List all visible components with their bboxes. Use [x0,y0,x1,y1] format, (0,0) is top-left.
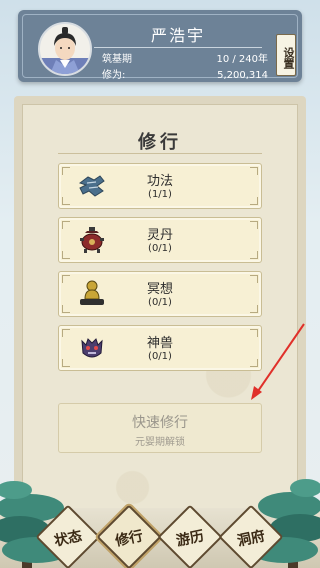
avatar [38,22,92,76]
cultivation-label: 修为: [102,70,126,81]
item-label: 功法 [146,174,173,189]
quick-cultivation-label: 快速修行 [132,415,188,431]
cultivation-value: 5,200,314 [217,70,268,81]
cultivation-item-elixir[interactable]: 灵丹 (0/1) [58,217,262,263]
panel-title: 修行 [138,132,182,153]
quick-cultivation-button[interactable]: 快速修行 元婴期解锁 [58,403,262,453]
realm-value: 10 / 240年 [216,54,268,65]
realm-label: 筑基期 [102,54,132,65]
item-label: 灵丹 [146,228,173,243]
cultivation-item-divine-beast[interactable]: 神兽 (0/1) [58,325,262,371]
character-header: 严浩宇 筑基期 10 / 240年 修为: 5,200,314 设置 [18,10,302,82]
realm-row: 筑基期 10 / 240年 [102,53,268,67]
annotation-arrow-icon [251,323,305,400]
cultivation-item-technique[interactable]: 功法 (1/1) [58,163,262,209]
item-count: (0/1) [148,243,172,254]
character-name: 严浩宇 [94,24,262,48]
quick-cultivation-unlock-hint: 元婴期解锁 [135,437,185,448]
title-divider [58,153,262,154]
avatar-portrait-icon [40,27,90,74]
settings-button[interactable]: 设置 [276,34,296,76]
cultivation-item-meditation[interactable]: 冥想 (0/1) [58,271,262,317]
cultivation-row: 修为: 5,200,314 [102,69,268,83]
item-count: (1/1) [148,189,172,200]
item-label: 冥想 [146,282,173,297]
item-label: 神兽 [146,336,173,351]
item-count: (0/1) [148,351,172,362]
item-count: (0/1) [148,297,172,308]
